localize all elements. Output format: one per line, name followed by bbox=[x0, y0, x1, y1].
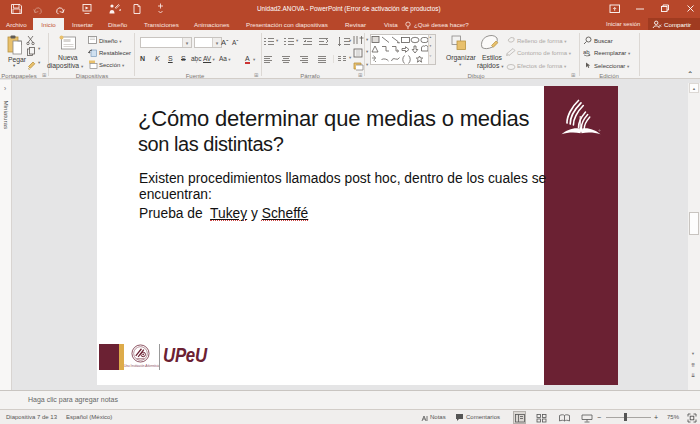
svg-text:ab: ab bbox=[583, 49, 590, 55]
